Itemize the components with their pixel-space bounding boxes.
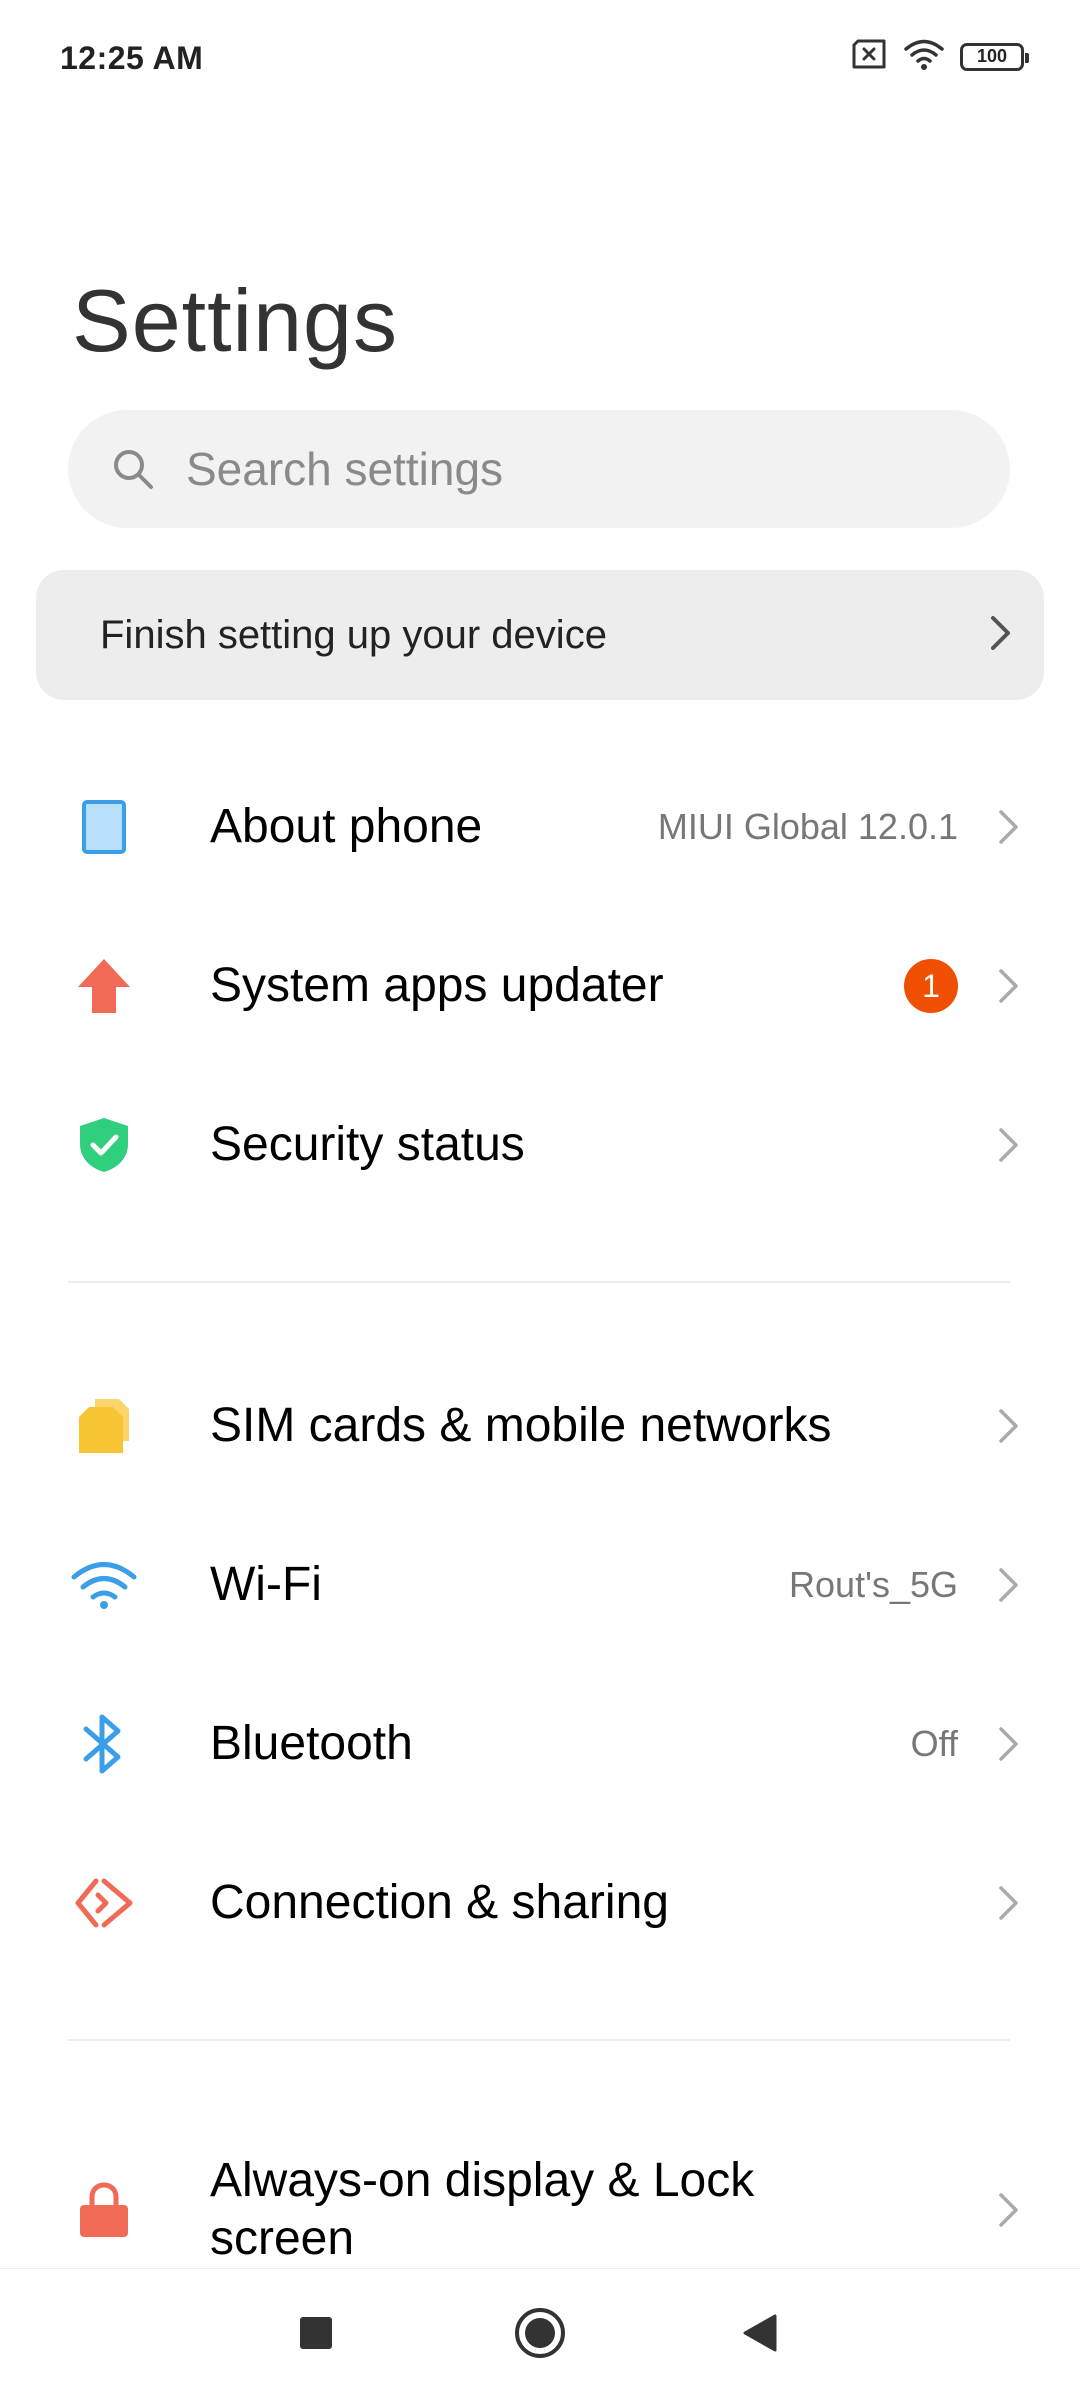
status-time: 12:25 AM: [60, 40, 204, 76]
sim-card-icon: [68, 1390, 140, 1462]
settings-item-system-apps-updater[interactable]: System apps updater 1: [0, 906, 1080, 1066]
finish-setup-card[interactable]: Finish setting up your device: [36, 570, 1044, 700]
chevron-right-icon: [994, 807, 1024, 847]
settings-item-label: About phone: [210, 800, 483, 853]
settings-item-bluetooth[interactable]: Bluetooth Off: [0, 1664, 1080, 1824]
settings-item-always-on-display[interactable]: Always-on display & Lock screen: [0, 2130, 1080, 2290]
status-bar: 12:25 AM 100: [0, 0, 1080, 120]
triangle-back-icon: [741, 2313, 779, 2358]
settings-item-label: Security status: [210, 1118, 525, 1171]
phone-icon: [68, 791, 140, 863]
settings-item-value: Off: [910, 1723, 958, 1764]
lock-icon: [68, 2174, 140, 2246]
battery-icon: 100: [960, 42, 1029, 71]
settings-item-about-phone[interactable]: About phone MIUI Global 12.0.1: [0, 747, 1080, 907]
chevron-right-icon: [994, 966, 1024, 1006]
circle-icon: [513, 2306, 567, 2365]
shield-check-icon: [68, 1109, 140, 1181]
connection-sharing-icon: [68, 1867, 140, 1939]
chevron-right-icon: [988, 613, 1014, 658]
settings-item-connection-sharing[interactable]: Connection & sharing: [0, 1823, 1080, 1983]
square-icon: [298, 2315, 334, 2356]
finish-setup-label: Finish setting up your device: [100, 612, 607, 657]
settings-item-label-line2: screen: [210, 2212, 355, 2265]
settings-item-security-status[interactable]: Security status: [0, 1065, 1080, 1225]
update-count-badge: 1: [904, 959, 958, 1013]
settings-item-label: System apps updater: [210, 959, 664, 1012]
settings-item-wifi[interactable]: Wi-Fi Rout's_5G: [0, 1505, 1080, 1665]
chevron-right-icon: [994, 1724, 1024, 1764]
settings-item-label: Always-on display & Lock screen: [210, 2152, 754, 2268]
chevron-right-icon: [994, 1125, 1024, 1165]
settings-item-label: Wi-Fi: [210, 1558, 322, 1611]
chevron-right-icon: [994, 1565, 1024, 1605]
no-sim-icon: [850, 39, 888, 74]
wifi-status-icon: [904, 38, 944, 75]
status-icons: 100: [850, 38, 1029, 75]
settings-item-label-line1: Always-on display & Lock: [210, 2154, 755, 2207]
search-icon: [108, 444, 158, 494]
settings-item-value: Rout's_5G: [789, 1564, 958, 1605]
search-input[interactable]: Search settings: [68, 410, 1010, 528]
settings-item-label: SIM cards & mobile networks: [210, 1399, 832, 1452]
settings-item-label: Bluetooth: [210, 1717, 413, 1770]
arrow-up-icon: [68, 950, 140, 1022]
section-divider: [68, 2039, 1010, 2041]
settings-item-label: Connection & sharing: [210, 1876, 669, 1929]
settings-item-value: MIUI Global 12.0.1: [657, 806, 958, 847]
section-divider: [68, 1281, 1010, 1283]
bluetooth-icon: [68, 1708, 140, 1780]
search-placeholder: Search settings: [186, 443, 504, 495]
chevron-right-icon: [994, 1406, 1024, 1446]
page-title: Settings: [72, 271, 398, 370]
chevron-right-icon: [994, 2190, 1024, 2230]
recents-button[interactable]: [256, 2269, 376, 2400]
wifi-icon: [68, 1549, 140, 1621]
chevron-right-icon: [994, 1883, 1024, 1923]
navigation-bar: [0, 2268, 1080, 2400]
settings-item-sim-cards[interactable]: SIM cards & mobile networks: [0, 1346, 1080, 1506]
back-button[interactable]: [700, 2269, 820, 2400]
home-button[interactable]: [480, 2269, 600, 2400]
